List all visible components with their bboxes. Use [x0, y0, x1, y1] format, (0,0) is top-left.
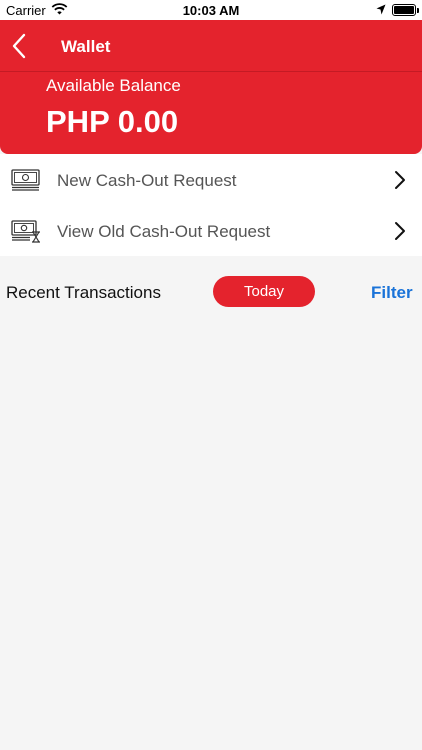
status-bar: Carrier 10:03 AM: [0, 0, 422, 20]
battery-tip: [417, 8, 419, 13]
transactions-list[interactable]: [0, 316, 422, 750]
menu-item-label: New Cash-Out Request: [57, 171, 237, 190]
status-time: 10:03 AM: [182, 3, 240, 18]
recent-transactions-header: Recent Transactions Today Filter: [0, 276, 422, 308]
page-title: Wallet: [61, 37, 111, 56]
new-cash-out-request-item[interactable]: New Cash-Out Request: [0, 154, 422, 205]
nav-bar: Wallet: [0, 20, 422, 71]
recent-transactions-title: Recent Transactions: [6, 283, 161, 302]
battery-icon: [392, 4, 416, 16]
today-button[interactable]: Today: [213, 276, 315, 307]
chevron-left-icon[interactable]: [8, 32, 30, 60]
menu-item-label: View Old Cash-Out Request: [57, 222, 271, 241]
cash-out-menu: New Cash-Out Request View Old Cash-Out R…: [0, 154, 422, 256]
balance-card: Available Balance PHP 0.00: [0, 71, 422, 154]
balance-label: Available Balance: [46, 76, 181, 95]
view-old-cash-out-request-item[interactable]: View Old Cash-Out Request: [0, 205, 422, 256]
cash-icon: [11, 169, 40, 191]
chevron-right-icon: [395, 222, 405, 240]
balance-amount: PHP 0.00: [46, 104, 179, 139]
location-arrow-icon: [376, 4, 386, 15]
filter-button[interactable]: Filter: [371, 283, 413, 303]
chevron-right-icon: [395, 171, 405, 189]
cash-history-icon: [11, 220, 40, 243]
